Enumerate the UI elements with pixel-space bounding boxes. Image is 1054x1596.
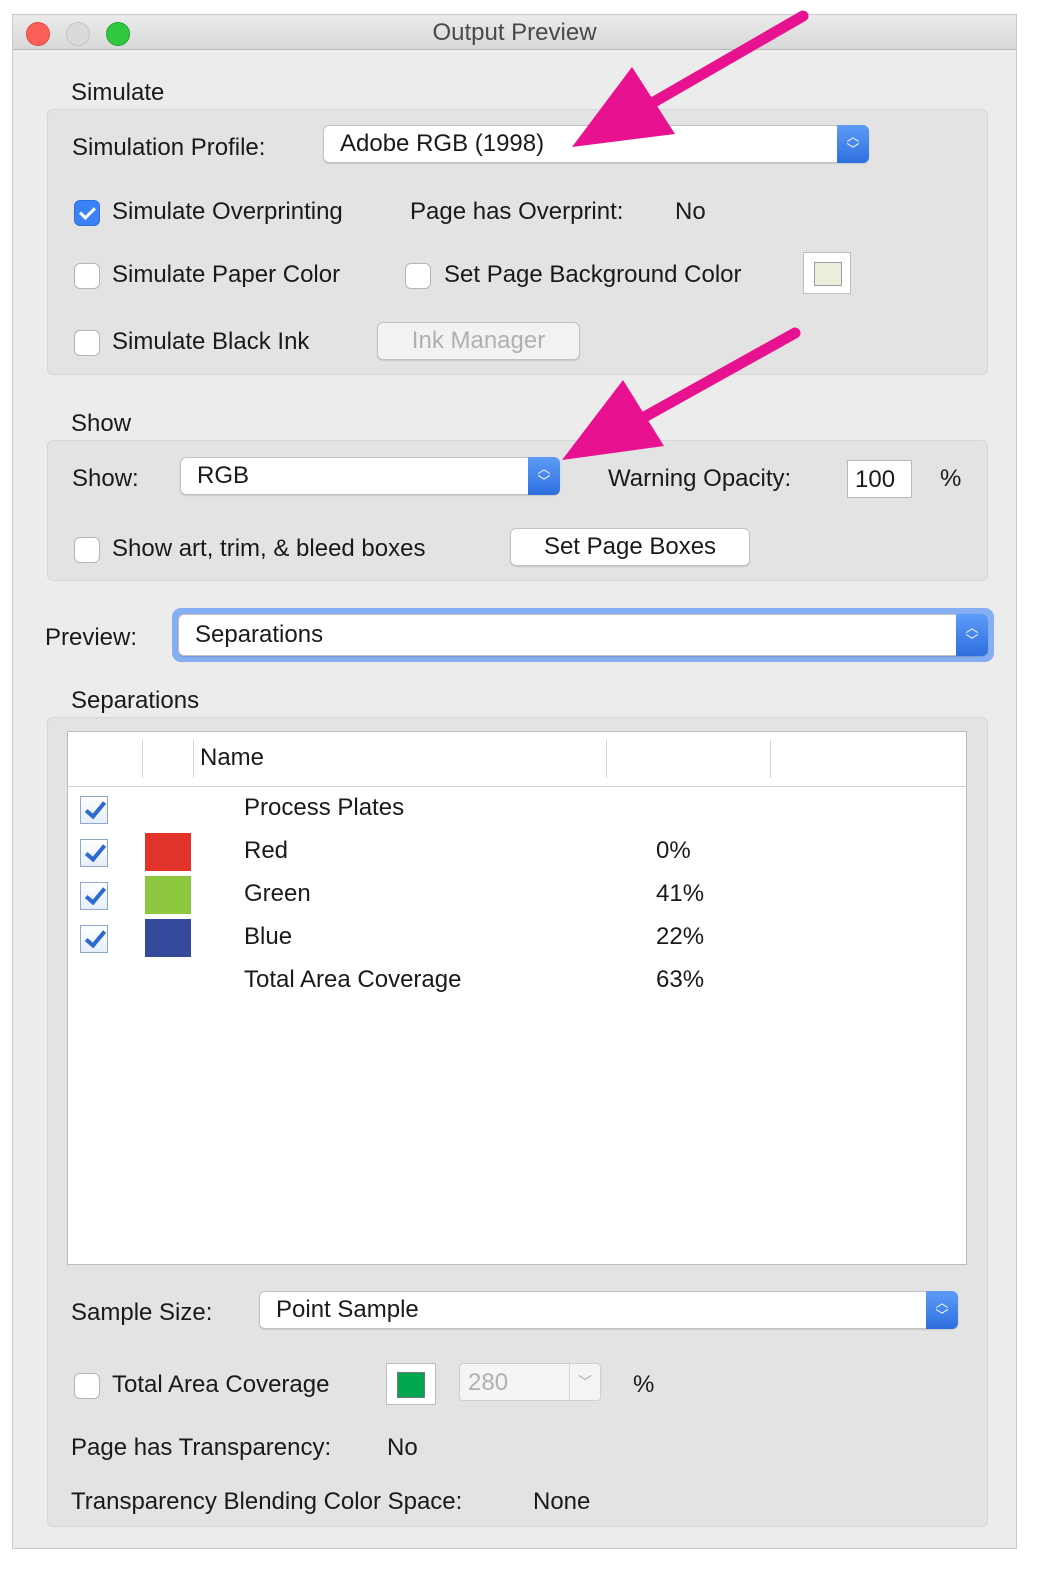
- plate-name: Blue: [244, 923, 293, 950]
- plate-swatch-red: [145, 833, 191, 871]
- show-label: Show:: [72, 465, 139, 492]
- preview-value: Separations: [195, 621, 324, 648]
- simulation-profile-select[interactable]: Adobe RGB (1998) ︿ ﹀: [323, 125, 869, 163]
- chevron-updown-icon: ︿ ﹀: [837, 125, 869, 163]
- process-plates-checkbox[interactable]: [80, 796, 108, 824]
- page-background-color-well[interactable]: [803, 252, 851, 294]
- show-section-label: Show: [71, 410, 132, 437]
- simulate-section-label: Simulate: [71, 79, 165, 106]
- page-background-swatch: [814, 262, 842, 286]
- simulate-paper-color-checkbox[interactable]: [74, 263, 100, 289]
- plate-name: Red: [244, 837, 289, 864]
- table-row-total: Total Area Coverage 63%: [68, 960, 966, 1003]
- plate-name: Green: [244, 880, 311, 907]
- simulate-black-ink-checkbox[interactable]: [74, 330, 100, 356]
- total-area-coverage-value: 63%: [656, 966, 705, 993]
- title-bar: Output Preview: [13, 15, 1016, 50]
- tac-unit: %: [633, 1371, 655, 1398]
- table-row[interactable]: Red 0%: [68, 831, 966, 874]
- show-group: Show: RGB ︿ ﹀ Warning Opacity: 100 % Show…: [47, 440, 988, 581]
- chevron-down-icon: ﹀: [569, 1364, 600, 1400]
- ink-manager-button[interactable]: Ink Manager: [377, 322, 580, 360]
- column-separator: [142, 740, 143, 778]
- table-row[interactable]: Green 41%: [68, 874, 966, 917]
- column-separator: [770, 740, 771, 778]
- sample-size-value: Point Sample: [276, 1296, 419, 1323]
- plate-coverage: 0%: [656, 837, 691, 864]
- page-transparency-value: No: [387, 1434, 418, 1461]
- column-separator: [606, 740, 607, 778]
- simulate-overprinting-label: Simulate Overprinting: [112, 198, 343, 225]
- simulate-paper-color-label: Simulate Paper Color: [112, 261, 341, 288]
- show-value: RGB: [197, 462, 250, 489]
- table-header: Name: [68, 732, 966, 787]
- show-boxes-checkbox[interactable]: [74, 537, 100, 563]
- warning-opacity-unit: %: [940, 465, 962, 492]
- column-header-name[interactable]: Name: [200, 744, 264, 772]
- total-area-coverage-label: Total Area Coverage: [244, 966, 462, 993]
- total-area-coverage-option-label: Total Area Coverage: [112, 1371, 330, 1398]
- blending-space-label: Transparency Blending Color Space:: [71, 1488, 463, 1515]
- simulation-profile-label: Simulation Profile:: [72, 134, 266, 161]
- sample-size-select[interactable]: Point Sample ︿ ﹀: [259, 1291, 958, 1329]
- page-transparency-label: Page has Transparency:: [71, 1434, 332, 1461]
- chevron-updown-icon: ︿ ﹀: [926, 1291, 958, 1329]
- separations-section-label: Separations: [71, 687, 200, 714]
- simulation-profile-value: Adobe RGB (1998): [340, 130, 545, 157]
- separations-table: Name Process Plates Red 0% Green 41% Blu…: [67, 731, 967, 1265]
- sample-size-label: Sample Size:: [71, 1299, 213, 1326]
- preview-select[interactable]: Separations ︿ ﹀: [178, 614, 988, 656]
- plate-swatch-blue: [145, 919, 191, 957]
- plate-checkbox[interactable]: [80, 882, 108, 910]
- column-separator: [193, 740, 194, 778]
- simulate-black-ink-label: Simulate Black Ink: [112, 328, 310, 355]
- process-plates-label: Process Plates: [244, 794, 405, 821]
- page-overprint-label: Page has Overprint:: [410, 198, 624, 225]
- preview-label: Preview:: [45, 624, 138, 651]
- table-row[interactable]: Blue 22%: [68, 917, 966, 960]
- output-preview-window: Output Preview Simulate Simulation Profi…: [12, 14, 1017, 1549]
- tac-combo[interactable]: 280 ﹀: [459, 1363, 601, 1401]
- simulate-overprinting-checkbox[interactable]: [74, 200, 100, 226]
- simulate-group: Simulation Profile: Adobe RGB (1998) ︿ ﹀ …: [47, 109, 988, 375]
- window-title: Output Preview: [432, 19, 597, 46]
- plate-coverage: 41%: [656, 880, 705, 907]
- chevron-updown-icon: ︿ ﹀: [956, 614, 988, 656]
- warning-opacity-label: Warning Opacity:: [608, 465, 792, 492]
- chevron-updown-icon: ︿ ﹀: [528, 457, 560, 495]
- plate-swatch-green: [145, 876, 191, 914]
- table-row-process-plates: Process Plates: [68, 788, 966, 831]
- warning-opacity-value: 100: [855, 466, 896, 493]
- tac-color-well[interactable]: [386, 1363, 436, 1405]
- warning-opacity-input[interactable]: 100: [847, 460, 912, 498]
- plate-checkbox[interactable]: [80, 839, 108, 867]
- show-boxes-label: Show art, trim, & bleed boxes: [112, 535, 426, 562]
- plate-checkbox[interactable]: [80, 925, 108, 953]
- tac-swatch: [397, 1372, 425, 1398]
- blending-space-value: None: [533, 1488, 591, 1515]
- tac-value: 280: [468, 1369, 509, 1396]
- show-select[interactable]: RGB ︿ ﹀: [180, 457, 560, 495]
- set-page-background-color-checkbox[interactable]: [405, 263, 431, 289]
- set-page-background-color-label: Set Page Background Color: [444, 261, 742, 288]
- set-page-boxes-button[interactable]: Set Page Boxes: [510, 528, 750, 566]
- total-area-coverage-checkbox[interactable]: [74, 1373, 100, 1399]
- page-overprint-value: No: [675, 198, 706, 225]
- plate-coverage: 22%: [656, 923, 705, 950]
